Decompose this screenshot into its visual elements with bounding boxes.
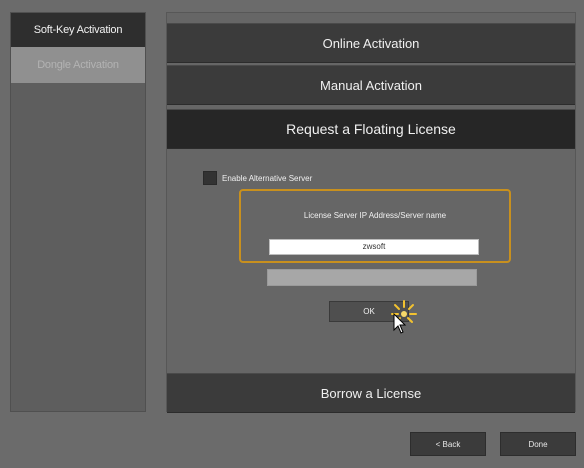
online-activation-button[interactable]: Online Activation [167,23,575,63]
alternative-server-option[interactable]: Enable Alternative Server [203,171,312,185]
borrow-license-button[interactable]: Borrow a License [167,373,575,413]
tab-soft-key-activation[interactable]: Soft-Key Activation [11,13,145,47]
back-button[interactable]: < Back [410,432,486,456]
server-name-label: License Server IP Address/Server name [303,211,447,220]
mouse-pointer-icon [393,313,407,334]
button-label: Done [528,439,548,449]
done-button[interactable]: Done [500,432,576,456]
tab-label: Dongle Activation [37,59,119,71]
activation-options-panel: Online Activation Manual Activation Requ… [166,12,576,413]
manual-activation-button[interactable]: Manual Activation [167,65,575,105]
button-label: Online Activation [322,35,420,51]
status-progress-bar [267,269,477,286]
activation-type-sidebar: Soft-Key Activation Dongle Activation [10,12,146,412]
button-label: OK [363,307,375,316]
tab-label: Soft-Key Activation [33,24,123,36]
alternative-server-checkbox[interactable] [203,171,217,185]
button-label: < Back [435,439,461,449]
alternative-server-label: Enable Alternative Server [222,173,313,183]
tab-dongle-activation[interactable]: Dongle Activation [11,47,145,83]
button-label: Borrow a License [320,385,422,401]
server-name-input[interactable]: zwsoft [269,239,479,255]
request-floating-license-button[interactable]: Request a Floating License [167,109,575,149]
dialog-footer: < Back Done [0,418,584,468]
server-entry-highlight: License Server IP Address/Server name zw… [239,189,511,263]
button-label: Manual Activation [320,77,422,93]
activation-dialog: Soft-Key Activation Dongle Activation On… [0,0,584,468]
button-label: Request a Floating License [286,121,456,137]
